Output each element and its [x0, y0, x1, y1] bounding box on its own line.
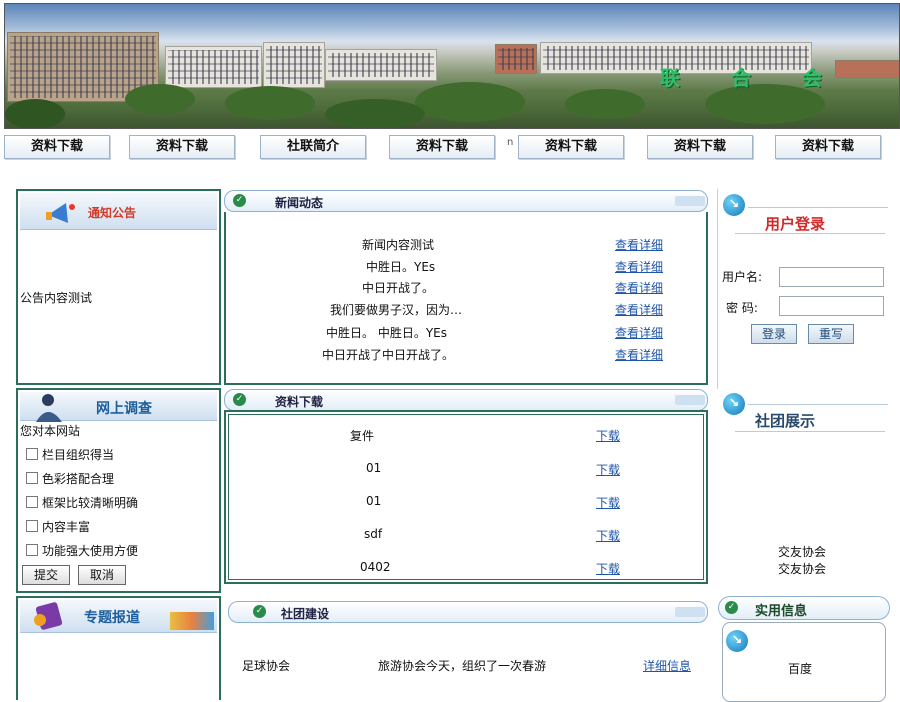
check-icon: ✓ [725, 601, 738, 614]
useful-header: ✓ 实用信息 [718, 596, 890, 620]
news-item: 中日开战了。 [362, 279, 434, 296]
survey-option[interactable]: 框架比较清晰明确 [26, 494, 138, 511]
login-title: 用户登录 [765, 213, 825, 234]
checkbox[interactable] [26, 544, 38, 556]
special-title: 专题报道 [84, 607, 140, 627]
download-item: 0402 [360, 560, 391, 574]
download-item: 01 [366, 461, 381, 475]
nav-item-club-intro[interactable]: 社联简介 [260, 135, 366, 159]
header-tab [675, 196, 705, 206]
news-item: 中日开战了中日开战了。 [322, 346, 454, 363]
special-header: 专题报道 [20, 600, 217, 633]
downloads-header: ✓ 资料下载 [224, 389, 708, 411]
banner-building [165, 46, 262, 88]
survey-option[interactable]: 栏目组织得当 [26, 446, 114, 463]
news-detail-link[interactable]: 查看详细 [615, 301, 663, 318]
nav-item-download-5[interactable]: 资料下载 [647, 135, 753, 159]
check-icon: ✓ [253, 605, 266, 618]
download-link[interactable]: 下载 [596, 461, 620, 478]
downloads-panel: 复件 下载 01 下载 01 下载 sdf 下载 0402 下载 [224, 410, 708, 584]
megaphone-icon [44, 197, 78, 225]
news-detail-link[interactable]: 查看详细 [615, 258, 663, 275]
username-label: 用户名: [722, 268, 762, 285]
special-panel: 专题报道 [16, 596, 221, 700]
arrow-icon: ↘ [723, 393, 745, 415]
username-input[interactable] [779, 267, 884, 287]
club-desc: 旅游协会今天，组织了一次春游 [378, 657, 546, 674]
banner-building [495, 44, 537, 74]
nav-item-download-1[interactable]: 资料下载 [4, 135, 110, 159]
news-detail-link[interactable]: 查看详细 [615, 236, 663, 253]
cancel-button[interactable]: 取消 [78, 565, 126, 585]
showcase-item[interactable]: 交友协会 [778, 560, 826, 577]
header-banner: 联 合 会 [4, 3, 900, 129]
news-detail-link[interactable]: 查看详细 [615, 324, 663, 341]
person-icon [32, 392, 72, 422]
club-name: 足球协会 [242, 657, 290, 674]
password-input[interactable] [779, 296, 884, 316]
decorative-bars [170, 612, 214, 630]
check-icon: ✓ [233, 393, 246, 406]
check-icon: ✓ [233, 194, 246, 207]
arrow-icon: ↘ [723, 194, 745, 216]
nav-item-download-2[interactable]: 资料下载 [129, 135, 235, 159]
nav-item-download-6[interactable]: 资料下载 [775, 135, 881, 159]
survey-option[interactable]: 色彩搭配合理 [26, 470, 114, 487]
checkbox[interactable] [26, 520, 38, 532]
survey-panel: 网上调查 您对本网站 栏目组织得当 色彩搭配合理 框架比较清晰明确 内容丰富 功… [16, 388, 221, 593]
login-button[interactable]: 登录 [751, 324, 797, 344]
survey-title: 网上调查 [96, 398, 152, 418]
survey-option[interactable]: 内容丰富 [26, 518, 90, 535]
clubs-title: 社团建设 [281, 605, 329, 622]
password-label: 密 码: [726, 299, 758, 316]
news-title: 新闻动态 [275, 194, 323, 211]
notice-content: 公告内容测试 [20, 289, 92, 306]
survey-header: 网上调查 [20, 392, 217, 421]
useful-title: 实用信息 [755, 600, 807, 619]
news-item: 中胜日。 中胜日。YEs [326, 324, 447, 341]
news-detail-link[interactable]: 查看详细 [615, 279, 663, 296]
banner-building [325, 49, 437, 81]
arrow-icon: ↘ [726, 630, 748, 652]
download-link[interactable]: 下载 [596, 494, 620, 511]
club-detail-link[interactable]: 详细信息 [643, 657, 691, 674]
downloads-title: 资料下载 [275, 393, 323, 410]
news-item: 我们要做男子汉，因为… [330, 301, 462, 318]
notice-panel: 通知公告 公告内容测试 [16, 189, 221, 385]
checkbox[interactable] [26, 448, 38, 460]
reset-button[interactable]: 重写 [808, 324, 854, 344]
phone-icon [28, 600, 72, 632]
download-link[interactable]: 下载 [596, 427, 620, 444]
download-item: 01 [366, 494, 381, 508]
download-link[interactable]: 下载 [596, 560, 620, 577]
news-panel: 新闻内容测试 查看详细 中胜日。YEs 查看详细 中日开战了。 查看详细 我们要… [224, 212, 708, 385]
download-item: 复件 [350, 427, 374, 444]
nav-separator: n [507, 137, 513, 148]
news-detail-link[interactable]: 查看详细 [615, 346, 663, 363]
nav-item-download-3[interactable]: 资料下载 [389, 135, 495, 159]
news-item: 中胜日。YEs [366, 258, 435, 275]
useful-link[interactable]: 百度 [788, 660, 812, 677]
showcase-title: 社团展示 [755, 410, 815, 431]
banner-title: 联 合 会 [660, 62, 844, 91]
checkbox[interactable] [26, 472, 38, 484]
banner-building [263, 42, 325, 88]
download-link[interactable]: 下载 [596, 527, 620, 544]
notice-header: 通知公告 [20, 193, 217, 230]
banner-building [835, 60, 900, 78]
clubs-header: ✓ 社团建设 [228, 601, 708, 623]
showcase-item[interactable]: 交友协会 [778, 543, 826, 560]
header-tab [675, 395, 705, 405]
news-header: ✓ 新闻动态 [224, 190, 708, 212]
download-item: sdf [364, 527, 382, 541]
news-item: 新闻内容测试 [362, 236, 434, 253]
submit-button[interactable]: 提交 [22, 565, 70, 585]
nav-item-download-4[interactable]: 资料下载 [518, 135, 624, 159]
survey-question: 您对本网站 [20, 422, 80, 439]
survey-option[interactable]: 功能强大使用方便 [26, 542, 138, 559]
checkbox[interactable] [26, 496, 38, 508]
header-tab [675, 607, 705, 617]
notice-title: 通知公告 [88, 204, 136, 221]
